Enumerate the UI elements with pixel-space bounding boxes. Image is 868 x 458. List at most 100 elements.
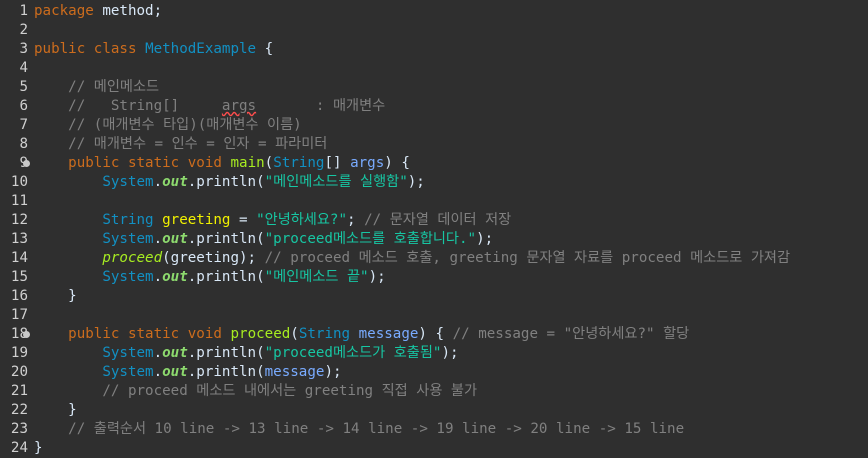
code-token: static xyxy=(127,155,180,171)
line-number: 6 xyxy=(0,97,28,116)
code-line[interactable]: 20 System.out.println(message); xyxy=(0,363,868,382)
code-token: public xyxy=(34,41,86,57)
code-token: (greeting); xyxy=(162,250,265,266)
code-token: out xyxy=(162,174,188,190)
line-number-text: 7 xyxy=(19,117,28,133)
code-token: out xyxy=(162,345,188,361)
code-line[interactable]: 5 // 메인메소드 xyxy=(0,78,868,97)
code-token: out xyxy=(162,231,188,247)
code-line[interactable]: 12 String greeting = "안녕하세요?"; // 문자열 데이… xyxy=(0,211,868,230)
line-number-text: 13 xyxy=(10,231,28,247)
code-token: greeting xyxy=(162,212,231,228)
code-token: String xyxy=(298,326,351,342)
code-token: main xyxy=(230,155,265,171)
code-token: . xyxy=(153,174,163,190)
code-text: } xyxy=(34,287,77,306)
code-token: "proceed메소드가 호출됨" xyxy=(264,345,442,361)
code-line[interactable]: 6 // String[] args : 매개변수 xyxy=(0,97,868,116)
code-line[interactable]: 13 System.out.println("proceed메소드를 호출합니다… xyxy=(0,230,868,249)
line-number: 23 xyxy=(0,420,28,439)
code-token: package xyxy=(34,3,94,19)
line-number-text: 16 xyxy=(10,288,28,304)
code-line[interactable]: 7 // (매개변수 타입)(매개변수 이름) xyxy=(0,116,868,135)
code-token: public xyxy=(68,155,120,171)
code-line[interactable]: 11 xyxy=(0,192,868,211)
code-editor[interactable]: 1 package method; 2 3 public class MethodExa… xyxy=(0,0,868,458)
line-number-text: 21 xyxy=(10,383,28,399)
line-number: 3 xyxy=(0,40,28,59)
line-number: 11 xyxy=(0,192,28,211)
code-text: String greeting = "안녕하세요?"; // 문자열 데이터 저… xyxy=(34,211,511,230)
line-number: 2 xyxy=(0,21,28,40)
code-line[interactable]: 4 xyxy=(0,59,868,78)
code-text: public class MethodExample { xyxy=(34,40,273,59)
code-line[interactable]: 17 xyxy=(0,306,868,325)
code-line[interactable]: 18 public static void proceed(String mes… xyxy=(0,325,868,344)
code-token: .println( xyxy=(187,364,265,380)
code-line[interactable]: 19 System.out.println("proceed메소드가 호출됨")… xyxy=(0,344,868,363)
code-token: : 매개변수 xyxy=(256,98,386,114)
code-line[interactable]: 1 package method; xyxy=(0,2,868,21)
code-token: .println( xyxy=(187,174,265,190)
code-text: // 메인메소드 xyxy=(34,78,159,97)
code-line[interactable]: 9 public static void main(String[] args)… xyxy=(0,154,868,173)
code-line[interactable]: 15 System.out.println("메인메소드 끝"); xyxy=(0,268,868,287)
line-number: 16 xyxy=(0,287,28,306)
code-token: proceed xyxy=(102,250,163,266)
code-text: System.out.println("메인메소드 끝"); xyxy=(34,268,385,287)
line-number: 7 xyxy=(0,116,28,135)
code-line[interactable]: 21 // proceed 메소드 내에서는 greeting 직접 사용 불가 xyxy=(0,382,868,401)
fold-marker-icon[interactable] xyxy=(23,160,30,167)
fold-marker-icon[interactable] xyxy=(23,331,30,338)
line-number-text: 6 xyxy=(19,98,28,114)
code-token: System xyxy=(102,345,154,361)
code-line[interactable]: 16 } xyxy=(0,287,868,306)
code-line[interactable]: 23 // 출력순서 10 line -> 13 line -> 14 line… xyxy=(0,420,868,439)
code-line[interactable]: 10 System.out.println("메인메소드를 실행함"); xyxy=(0,173,868,192)
code-line[interactable]: 3 public class MethodExample { xyxy=(0,40,868,59)
code-line[interactable]: 14 proceed(greeting); // proceed 메소드 호출,… xyxy=(0,249,868,268)
code-line[interactable]: 22 } xyxy=(0,401,868,420)
line-number: 9 xyxy=(0,154,30,173)
code-token: ) { xyxy=(384,155,410,171)
code-line[interactable]: 2 xyxy=(0,21,868,40)
code-text: System.out.println("메인메소드를 실행함"); xyxy=(34,173,425,192)
code-text: public static void main(String[] args) { xyxy=(34,154,410,173)
code-line[interactable]: 8 // 매개변수 = 인수 = 인자 = 파라미터 xyxy=(0,135,868,154)
code-token: { xyxy=(256,41,274,57)
code-text: package method; xyxy=(34,2,162,21)
code-text: // 출력순서 10 line -> 13 line -> 14 line ->… xyxy=(34,420,684,439)
code-token: ); xyxy=(441,345,459,361)
code-token: "메인메소드를 실행함" xyxy=(264,174,408,190)
line-number: 18 xyxy=(0,325,30,344)
line-number-text: 17 xyxy=(10,307,28,323)
code-token: proceed xyxy=(230,326,291,342)
code-line[interactable]: 24} xyxy=(0,439,868,458)
code-token: // 문자열 데이터 저장 xyxy=(364,212,512,228)
code-text: proceed(greeting); // proceed 메소드 호출, gr… xyxy=(34,249,790,268)
code-token: method; xyxy=(93,3,163,19)
code-text: // (매개변수 타입)(매개변수 이름) xyxy=(34,116,302,135)
code-token: // String[] xyxy=(34,98,222,114)
code-token: // message = "안녕하세요?" 할당 xyxy=(452,326,690,342)
code-token: System xyxy=(102,269,154,285)
code-token: args xyxy=(221,98,257,114)
code-token: ); xyxy=(407,174,425,190)
code-text: System.out.println("proceed메소드가 호출됨"); xyxy=(34,344,459,363)
code-token: message xyxy=(358,326,419,342)
code-token: System xyxy=(102,174,154,190)
line-number: 19 xyxy=(0,344,28,363)
code-token: . xyxy=(153,231,163,247)
line-number-text: 8 xyxy=(19,136,28,152)
line-number: 12 xyxy=(0,211,28,230)
